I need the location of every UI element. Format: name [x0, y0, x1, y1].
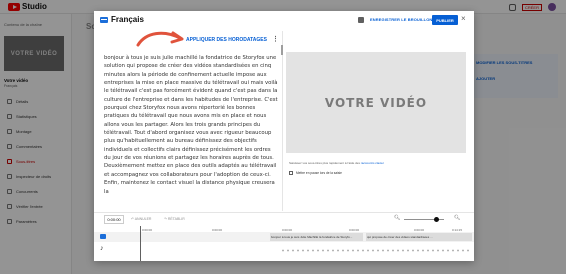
keyboard-shortcuts-hint: Saisissez vos sous-titres plus rapidemen…: [289, 161, 384, 165]
current-time-field[interactable]: 0:00:00: [104, 215, 124, 224]
subtitles-icon: [100, 17, 108, 23]
save-draft-button[interactable]: ENREGISTRER LE BROUILLON: [370, 17, 432, 22]
subtitles-icon: [100, 234, 106, 239]
subtitle-segment[interactable]: qui propose de créer des vidéos standard…: [366, 233, 472, 241]
pause-while-typing-label: Mettre en pause lors de la saisie: [296, 171, 342, 175]
subtitle-editor-dialog: Français ENREGISTRER LE BROUILLON PUBLIE…: [94, 11, 474, 261]
transcript-textarea[interactable]: bonjour à tous je suis julie machillé la…: [104, 54, 278, 204]
subtitle-segment[interactable]: bonjour à tous je suis Julie Machillé la…: [270, 233, 363, 241]
video-player[interactable]: VOTRE VIDÉO: [286, 52, 466, 153]
apply-timestamps-button[interactable]: APPLIQUER DES HORODATAGES: [186, 37, 267, 43]
editor-toolbar: 0:00:00 ↶ ANNULER ↷ RÉTABLIR 🔍︎ 🔍︎: [94, 212, 474, 226]
hint-text: Saisissez vos sous-titres plus rapidemen…: [289, 161, 360, 165]
zoom-out-icon[interactable]: 🔍︎: [394, 215, 400, 221]
zoom-in-icon[interactable]: 🔍︎: [454, 215, 460, 221]
redo-button[interactable]: ↷ RÉTABLIR: [164, 217, 185, 221]
dialog-title: Français: [111, 15, 144, 24]
zoom-slider-thumb[interactable]: [434, 217, 439, 222]
more-options-icon[interactable]: ⋮: [272, 35, 279, 43]
close-icon[interactable]: ×: [461, 14, 466, 24]
music-note-icon: ♪: [100, 245, 104, 252]
red-arrow-annotation: [136, 31, 184, 47]
keyboard-shortcuts-link[interactable]: raccourcis clavier: [361, 161, 384, 165]
video-title-overlay: VOTRE VIDÉO: [324, 95, 428, 110]
transcript-scrollbar[interactable]: [281, 45, 283, 55]
subtitle-track: bonjour à tous je suis Julie Machillé la…: [94, 232, 474, 242]
pause-while-typing-row: Mettre en pause lors de la saisie: [289, 171, 342, 175]
publish-button[interactable]: PUBLIER: [432, 15, 458, 25]
audio-waveform: [282, 249, 472, 252]
pause-while-typing-checkbox[interactable]: [289, 171, 293, 175]
timeline[interactable]: 0:00:00 0:00:00 0:00:00 0:00:00 0:00:00 …: [94, 226, 474, 261]
divider: [282, 31, 283, 211]
playhead[interactable]: [140, 226, 141, 261]
audio-track: ♪: [94, 243, 474, 257]
feedback-icon[interactable]: [358, 17, 364, 23]
undo-button[interactable]: ↶ ANNULER: [131, 217, 151, 221]
